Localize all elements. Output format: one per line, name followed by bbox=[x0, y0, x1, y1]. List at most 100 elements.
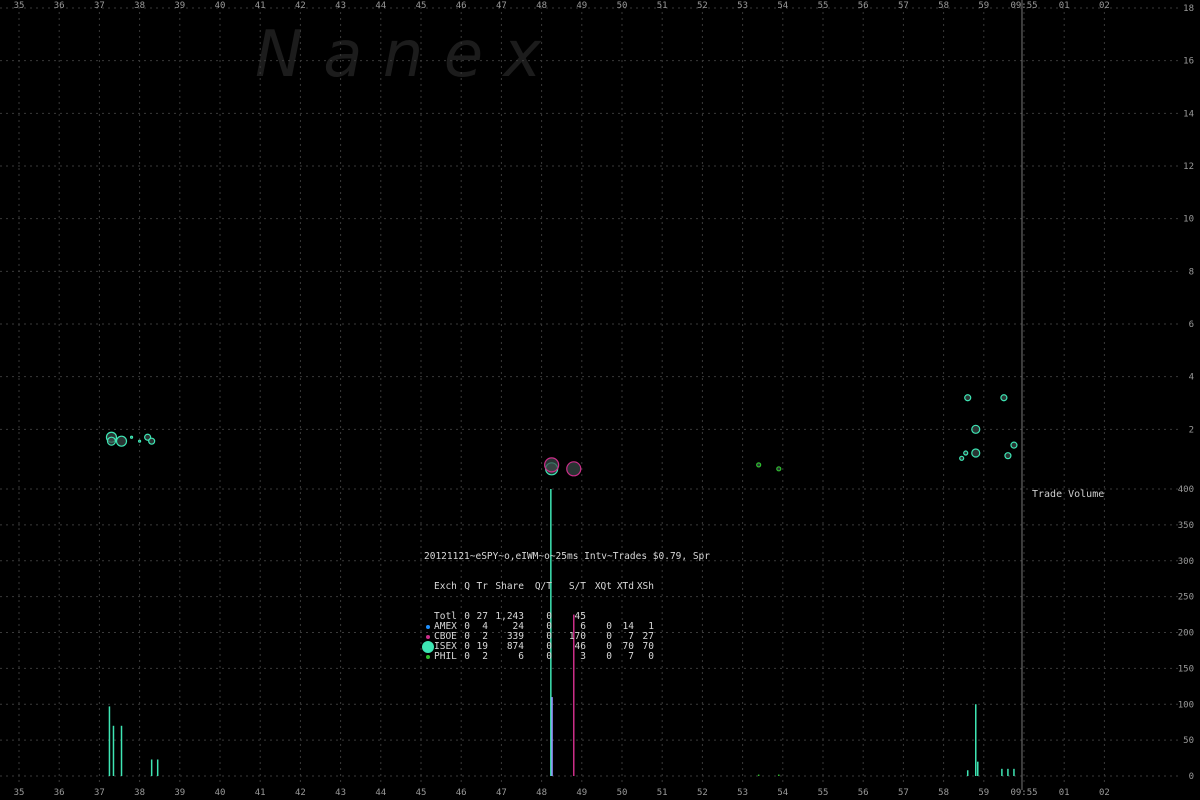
watermark-text: N a n e x bbox=[255, 18, 542, 92]
volume-bar bbox=[1013, 768, 1015, 776]
x-tick-label-bottom: 49 bbox=[576, 788, 587, 798]
volume-bar bbox=[108, 706, 111, 776]
x-tick-label-bottom: 35 bbox=[14, 788, 25, 798]
x-tick-label-top: 09:55 bbox=[1010, 1, 1037, 11]
col-qt: Q/T bbox=[534, 581, 552, 592]
trade-point bbox=[776, 466, 782, 472]
x-tick-label-bottom: 09:55 bbox=[1010, 788, 1037, 798]
x-tick-label-top: 36 bbox=[54, 1, 65, 11]
x-tick-label-top: 55 bbox=[818, 1, 829, 11]
x-tick-label-bottom: 51 bbox=[657, 788, 668, 798]
x-tick-label-top: 45 bbox=[416, 1, 427, 11]
x-tick-label-bottom: 46 bbox=[456, 788, 467, 798]
trade-point bbox=[129, 435, 134, 439]
stats-rows: Totl 0 27 1,243 0 45 AMEX 0 4 24 0 6 0 14 1 CBOE 0 2 339 0 1… bbox=[422, 612, 710, 662]
x-tick-label-bottom: 45 bbox=[416, 788, 427, 798]
volume-bar bbox=[757, 774, 760, 776]
x-tick-label-top: 39 bbox=[174, 1, 185, 11]
y-tick-label: 100 bbox=[1178, 700, 1194, 710]
y-tick-label: 2 bbox=[1189, 425, 1194, 435]
trade-point bbox=[1004, 452, 1012, 460]
x-tick-label-top: 01 bbox=[1059, 1, 1070, 11]
trade-point bbox=[148, 437, 156, 445]
y-tick-label: 12 bbox=[1183, 162, 1194, 172]
volume-bar bbox=[977, 761, 979, 776]
volume-bar bbox=[1007, 768, 1009, 776]
col-st: S/T bbox=[568, 581, 586, 592]
exchange-dot-icon bbox=[422, 641, 434, 653]
x-tick-label-top: 42 bbox=[295, 1, 306, 11]
x-tick-label-top: 40 bbox=[215, 1, 226, 11]
trade-point bbox=[544, 457, 560, 473]
trade-point bbox=[971, 424, 981, 434]
x-tick-label-bottom: 47 bbox=[496, 788, 507, 798]
x-tick-label-bottom: 55 bbox=[818, 788, 829, 798]
trade-point bbox=[971, 448, 981, 458]
x-tick-label-bottom: 44 bbox=[375, 788, 386, 798]
x-tick-label-bottom: 54 bbox=[777, 788, 788, 798]
x-tick-label-top: 43 bbox=[335, 1, 346, 11]
col-xsh: XSh bbox=[636, 581, 654, 592]
stats-cell-st: 3 bbox=[580, 651, 586, 662]
y-tick-label: 4 bbox=[1189, 373, 1194, 383]
x-tick-label-bottom: 41 bbox=[255, 788, 266, 798]
exchange-stats-table: 20121121~eSPY~o,eIWM~o~25ms Intv~Trades … bbox=[422, 532, 710, 672]
volume-bar bbox=[778, 774, 780, 776]
exchange-dot-icon bbox=[426, 655, 430, 659]
y-tick-label: 0 bbox=[1189, 772, 1194, 782]
stats-cell-xtd: 7 bbox=[628, 651, 634, 662]
trade-point bbox=[963, 450, 969, 456]
volume-bar bbox=[975, 704, 977, 776]
stats-cell-tr: 2 bbox=[482, 651, 488, 662]
y-tick-label: 150 bbox=[1178, 664, 1194, 674]
x-tick-label-bottom: 01 bbox=[1059, 788, 1070, 798]
trade-point bbox=[566, 461, 582, 477]
x-tick-label-top: 49 bbox=[576, 1, 587, 11]
y-tick-label: 400 bbox=[1178, 485, 1194, 495]
x-tick-label-bottom: 56 bbox=[858, 788, 869, 798]
x-tick-label-top: 56 bbox=[858, 1, 869, 11]
x-tick-label-bottom: 43 bbox=[335, 788, 346, 798]
stats-column-header: Exch Q Tr Share Q/T S/T XQt XTd XSh bbox=[424, 582, 710, 592]
trade-point bbox=[1010, 441, 1018, 449]
stats-header: 20121121~eSPY~o,eIWM~o~25ms Intv~Trades … bbox=[424, 551, 710, 562]
trade-point bbox=[959, 455, 965, 461]
y-tick-label: 200 bbox=[1178, 629, 1194, 639]
x-tick-label-top: 57 bbox=[898, 1, 909, 11]
stats-row: PHIL 0 2 6 0 3 0 7 0 bbox=[424, 652, 710, 662]
x-tick-label-top: 37 bbox=[94, 1, 105, 11]
trade-point bbox=[964, 394, 972, 402]
x-tick-label-bottom: 52 bbox=[697, 788, 708, 798]
y-tick-label: 8 bbox=[1189, 267, 1194, 277]
y-tick-label: 16 bbox=[1183, 57, 1194, 67]
trade-volume-title: Trade Volume bbox=[1032, 489, 1104, 500]
stats-cell-exch: PHIL bbox=[434, 651, 457, 662]
volume-bar bbox=[112, 725, 115, 776]
trade-point bbox=[106, 436, 117, 446]
trade-point bbox=[138, 439, 142, 443]
x-tick-label-bottom: 02 bbox=[1099, 788, 1110, 798]
x-tick-label-bottom: 40 bbox=[215, 788, 226, 798]
y-tick-label: 300 bbox=[1178, 557, 1194, 567]
col-xqt: XQt bbox=[594, 581, 612, 592]
stats-cell-xsh: 0 bbox=[648, 651, 654, 662]
x-tick-label-bottom: 37 bbox=[94, 788, 105, 798]
col-q: Q bbox=[464, 581, 470, 592]
x-tick-label-bottom: 59 bbox=[978, 788, 989, 798]
x-tick-label-top: 02 bbox=[1099, 1, 1110, 11]
y-tick-label: 18 bbox=[1183, 4, 1194, 14]
x-tick-label-bottom: 36 bbox=[54, 788, 65, 798]
x-tick-label-bottom: 39 bbox=[174, 788, 185, 798]
x-tick-label-top: 38 bbox=[134, 1, 145, 11]
trade-chart: N a n e x2468101214161805010015020025030… bbox=[0, 0, 1194, 798]
y-tick-label: 10 bbox=[1183, 215, 1194, 225]
x-tick-label-bottom: 58 bbox=[938, 788, 949, 798]
volume-bar bbox=[120, 725, 123, 776]
x-tick-label-top: 54 bbox=[777, 1, 788, 11]
stats-cell-q: 0 bbox=[464, 651, 470, 662]
col-share: Share bbox=[495, 581, 524, 592]
stats-cell-share: 6 bbox=[518, 651, 524, 662]
y-tick-label: 50 bbox=[1183, 736, 1194, 746]
trade-point bbox=[115, 435, 128, 447]
volume-bar bbox=[150, 759, 153, 776]
